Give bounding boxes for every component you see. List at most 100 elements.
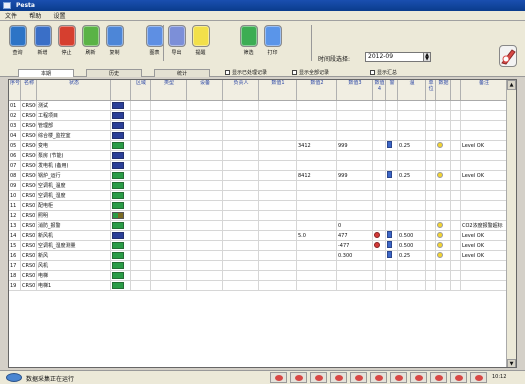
empty-cell: [187, 221, 223, 230]
column-header[interactable]: 备注: [461, 80, 507, 100]
alarm-cell: [373, 161, 386, 170]
table-row[interactable]: 17CRS017风机: [9, 261, 507, 271]
filter-button[interactable]: 筛选: [237, 25, 260, 63]
temp-cell: [386, 201, 398, 210]
red-car-icon: [295, 375, 303, 381]
note-cell: [461, 281, 507, 290]
period-select[interactable]: 2012-09 ▲ ▼: [365, 52, 431, 62]
column-header[interactable]: [111, 80, 131, 100]
copy-button[interactable]: 复制: [103, 25, 126, 63]
table-row[interactable]: 08CRS008锅炉_运行 8412999 0.25 Level OK: [9, 171, 507, 181]
temp-cell: [386, 231, 398, 240]
tray-button[interactable]: [310, 372, 327, 383]
table-row[interactable]: 19CRS019电梯1: [9, 281, 507, 291]
column-header[interactable]: 单位: [426, 80, 436, 100]
checkbox-summary[interactable]: 显示汇总: [370, 70, 397, 76]
status-icon: [112, 122, 124, 129]
table-row[interactable]: 10CRS010空调机_湿度: [9, 191, 507, 201]
tray-button[interactable]: [450, 372, 467, 383]
tray-button[interactable]: [290, 372, 307, 383]
notice-button[interactable]: 提醒: [189, 25, 212, 63]
tab-stats[interactable]: 统计: [154, 69, 210, 77]
vertical-scrollbar[interactable]: ▲ ▼: [506, 80, 516, 367]
table-row[interactable]: 14CRS014新风机 5.0477 0.500 Level OK: [9, 231, 507, 241]
tray-button[interactable]: [330, 372, 347, 383]
column-header[interactable]: 类型: [151, 80, 187, 100]
checkbox-all[interactable]: 显示全部记录: [292, 70, 329, 76]
temp-cell: [386, 221, 398, 230]
print-button[interactable]: 打印: [261, 25, 284, 63]
add-button[interactable]: 新增: [31, 25, 54, 63]
unit-cell: [398, 151, 426, 160]
tab-history[interactable]: 历史: [86, 69, 142, 77]
column-header[interactable]: 温: [398, 80, 426, 100]
table-row[interactable]: 15CRS015空调机_湿度测量 -477 0.500 Level OK: [9, 241, 507, 251]
table-row[interactable]: 09CRS009空调机_温度: [9, 181, 507, 191]
column-header[interactable]: 设备: [187, 80, 223, 100]
column-header[interactable]: 名称: [21, 80, 37, 100]
scroll-down-arrow[interactable]: ▼: [507, 359, 516, 367]
tray-button[interactable]: [270, 372, 287, 383]
table-row[interactable]: 03CRS003管理部: [9, 121, 507, 131]
note-cell: [461, 211, 507, 220]
tab-current[interactable]: 本期: [18, 69, 74, 77]
column-header[interactable]: 状态: [37, 80, 111, 100]
table-row[interactable]: 01CRS001测试: [9, 101, 507, 111]
column-header[interactable]: [451, 80, 461, 100]
tray-button[interactable]: [370, 372, 387, 383]
table-row[interactable]: 07CRS007发电机 (备用): [9, 161, 507, 171]
status-cell: [111, 101, 131, 110]
column-header[interactable]: 数值1: [259, 80, 297, 100]
dot-cell: [436, 191, 451, 200]
column-header[interactable]: 数值4: [373, 80, 386, 100]
value-cell: 3412: [297, 141, 337, 150]
spin-button[interactable]: ▲ ▼: [423, 53, 430, 62]
tray-button[interactable]: [410, 372, 427, 383]
status-icon: [112, 232, 124, 239]
column-header[interactable]: 警: [386, 80, 398, 100]
tray-button[interactable]: [470, 372, 487, 383]
alarm-cell: [373, 101, 386, 110]
table-row[interactable]: 12CRS012照明: [9, 211, 507, 221]
empty-cell: [451, 221, 461, 230]
table-row[interactable]: 04CRS004综合楼_监控室: [9, 131, 507, 141]
level-icon: [387, 141, 392, 148]
row-name: 照明: [37, 211, 111, 220]
export-button[interactable]: 导出: [165, 25, 188, 63]
row-code: CRS011: [22, 201, 37, 210]
table-row[interactable]: 11CRS011配电柜: [9, 201, 507, 211]
stop-button[interactable]: 停止: [55, 25, 78, 63]
empty-cell: [187, 151, 223, 160]
row-code: CRS009: [22, 181, 37, 190]
table-row[interactable]: 05CRS005变电 3412999 0.25 Level OK: [9, 141, 507, 151]
column-header[interactable]: 序号: [9, 80, 21, 100]
checkbox-label: 显示已处理记录: [232, 70, 268, 76]
tray-button[interactable]: [350, 372, 367, 383]
column-header[interactable]: 负责人: [223, 80, 259, 100]
query-button[interactable]: 查询: [6, 25, 29, 63]
table-row[interactable]: 18CRS018电梯: [9, 271, 507, 281]
dot-cell: [436, 141, 451, 150]
column-header[interactable]: 数值3: [337, 80, 373, 100]
refresh-button[interactable]: 刷新: [79, 25, 102, 63]
checkbox-processed[interactable]: 显示已处理记录: [225, 70, 267, 76]
dot-cell: [436, 151, 451, 160]
empty-cell: [151, 231, 187, 240]
tray-button[interactable]: [430, 372, 447, 383]
scroll-up-arrow[interactable]: ▲: [507, 80, 516, 90]
table-row[interactable]: 02CRS002工程项目: [9, 111, 507, 121]
alarm-cell: [373, 221, 386, 230]
table-row[interactable]: 06CRS006泵房 (节能): [9, 151, 507, 161]
tray-button[interactable]: [390, 372, 407, 383]
column-header[interactable]: 数据: [436, 80, 451, 100]
unit-cell: [398, 121, 426, 130]
column-header[interactable]: 区域: [131, 80, 151, 100]
empty-cell: [131, 181, 151, 190]
table-row[interactable]: 13CRS013消防_报警 0 CO2浓度报警超标: [9, 221, 507, 231]
status-dot-icon: [437, 172, 443, 178]
row-number: 06: [9, 151, 21, 160]
column-header[interactable]: 数值2: [297, 80, 337, 100]
dot-cell: [436, 131, 451, 140]
empty-cell: [187, 101, 223, 110]
table-row[interactable]: 16CRS016新风 0.300 0.25 Level OK: [9, 251, 507, 261]
